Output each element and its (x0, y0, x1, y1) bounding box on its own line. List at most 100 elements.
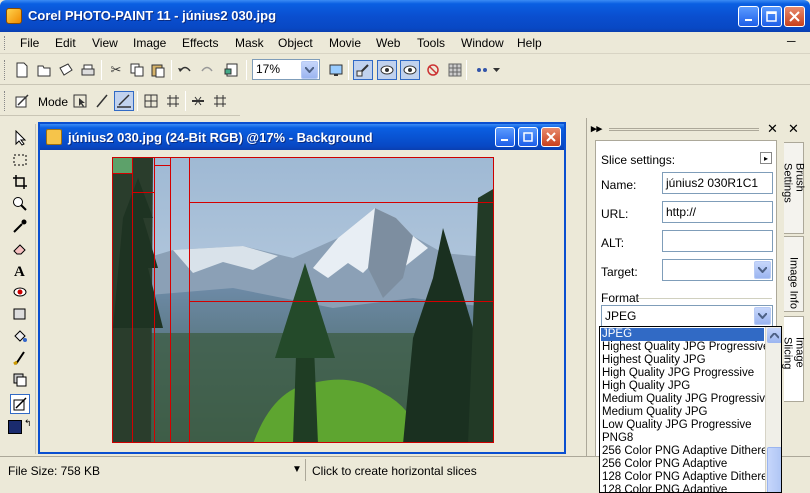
chevron-down-icon[interactable] (754, 261, 771, 279)
menubar-grip[interactable] (4, 36, 7, 50)
slice-line-v3[interactable] (170, 158, 171, 442)
slice-line-h3[interactable] (189, 202, 493, 203)
eraser-tool-icon[interactable] (10, 238, 30, 258)
docker-tabs-close-icon[interactable]: ✕ (788, 121, 799, 137)
menu-mask[interactable]: Mask (235, 36, 264, 50)
slice-line-h4[interactable] (189, 301, 493, 302)
scroll-up-icon[interactable] (767, 328, 781, 343)
grid-slice-icon[interactable] (163, 91, 183, 111)
format-option[interactable]: 128 Color PNG Adaptive (602, 484, 727, 492)
zoom-tool-icon[interactable] (10, 194, 30, 214)
mask-overlay-icon[interactable] (353, 60, 373, 80)
grid-icon[interactable] (445, 60, 465, 80)
full-screen-preview-icon[interactable] (326, 60, 346, 80)
menu-object[interactable]: Object (278, 36, 313, 50)
undo-icon[interactable] (175, 60, 195, 80)
doc-close-button[interactable] (541, 127, 561, 147)
format-option[interactable]: PNG8 (602, 432, 633, 445)
format-dropdown-list[interactable]: JPEG Highest Quality JPG Progressive Hig… (599, 326, 782, 493)
clip-mask-icon[interactable] (423, 60, 443, 80)
pick-slice-mode-icon[interactable] (70, 91, 90, 111)
format-list-scrollbar[interactable] (765, 327, 781, 492)
cut-icon[interactable]: ✂ (106, 60, 126, 80)
menu-image[interactable]: Image (133, 36, 166, 50)
format-option[interactable]: 256 Color PNG Adaptive (602, 458, 727, 471)
slice-alt-input[interactable] (662, 230, 773, 252)
docker-collapse-icon[interactable]: ▸▸ (591, 122, 602, 135)
document-canvas-area[interactable] (40, 150, 564, 452)
slice-line-v5[interactable] (493, 158, 494, 443)
format-option[interactable]: Highest Quality JPG (602, 354, 706, 367)
maximize-button[interactable] (761, 6, 782, 27)
format-option[interactable]: Medium Quality JPG Progressive (602, 393, 771, 406)
tab-image-slicing[interactable]: Image Slicing (782, 316, 806, 402)
property-bar-grip[interactable] (4, 91, 7, 111)
format-option[interactable]: Medium Quality JPG (602, 406, 707, 419)
rectangle-mask-tool-icon[interactable] (10, 150, 30, 170)
foreground-color-swatch[interactable] (8, 420, 22, 434)
menu-help[interactable]: Help (517, 36, 542, 50)
format-option[interactable]: High Quality JPG (602, 380, 690, 393)
print-icon[interactable] (78, 60, 98, 80)
doc-minimize-button[interactable] (495, 127, 515, 147)
close-button[interactable] (784, 6, 805, 27)
minimize-button[interactable] (738, 6, 759, 27)
redo-icon[interactable] (197, 60, 217, 80)
import-icon[interactable] (222, 60, 242, 80)
status-dropdown-icon[interactable]: ▼ (292, 464, 302, 475)
menu-web[interactable]: Web (376, 36, 400, 50)
format-option[interactable]: 128 Color PNG Adaptive Dithered (602, 471, 774, 484)
slice-line-v2[interactable] (154, 158, 155, 442)
menubar-minimize-icon[interactable]: ─ (787, 34, 796, 48)
paste-icon[interactable] (148, 60, 168, 80)
horizontal-slice-icon[interactable] (114, 91, 134, 111)
format-option[interactable]: High Quality JPG Progressive (602, 367, 754, 380)
menu-effects[interactable]: Effects (182, 36, 218, 50)
menu-view[interactable]: View (92, 36, 118, 50)
paint-tool-icon[interactable] (10, 348, 30, 368)
toolbar-grip[interactable] (4, 60, 7, 80)
red-eye-tool-icon[interactable] (10, 282, 30, 302)
launcher-dropdown-icon[interactable] (490, 60, 502, 80)
chevron-down-icon[interactable] (301, 61, 318, 79)
format-option[interactable]: Low Quality JPG Progressive (602, 419, 752, 432)
tab-image-info[interactable]: Image Info (784, 236, 804, 312)
open-icon[interactable] (34, 60, 54, 80)
launcher-icon[interactable] (472, 60, 492, 80)
vertical-slice-icon[interactable] (141, 91, 161, 111)
slice-url-input[interactable]: http:// (662, 201, 773, 223)
freehand-slice-icon[interactable] (92, 91, 112, 111)
menu-movie[interactable]: Movie (329, 36, 361, 50)
text-tool-icon[interactable]: A (10, 260, 30, 280)
fill-tool-icon[interactable] (10, 326, 30, 346)
slice-line-v1[interactable] (132, 158, 133, 442)
menu-edit[interactable]: Edit (55, 36, 76, 50)
delete-all-slices-icon[interactable] (210, 91, 230, 111)
doc-maximize-button[interactable] (518, 127, 538, 147)
show-mask-marquee-icon[interactable] (377, 60, 397, 80)
slice-line-h0[interactable] (113, 173, 133, 174)
menu-tools[interactable]: Tools (417, 36, 445, 50)
scroll-thumb[interactable] (767, 447, 781, 492)
format-option[interactable]: Highest Quality JPG Progressive (602, 341, 769, 354)
menu-window[interactable]: Window (461, 36, 504, 50)
eyedropper-tool-icon[interactable] (10, 216, 30, 236)
tab-brush-settings[interactable]: Brush Settings (782, 142, 806, 234)
menu-file[interactable]: File (20, 36, 39, 50)
rectangle-tool-icon[interactable] (10, 304, 30, 324)
delete-slice-icon[interactable] (188, 91, 208, 111)
slice-tool-icon[interactable] (12, 91, 32, 111)
corel-app-icon[interactable] (6, 8, 22, 24)
slice-line-h2[interactable] (155, 165, 170, 166)
slice-line-h1[interactable] (133, 192, 154, 193)
target-dropdown[interactable] (662, 259, 773, 281)
swap-colors-icon[interactable]: ↰ (24, 418, 32, 429)
chevron-down-icon[interactable] (754, 307, 771, 325)
docker-grip[interactable] (609, 128, 759, 131)
panel-options-icon[interactable]: ▸ (760, 152, 772, 164)
show-object-marquee-icon[interactable] (400, 60, 420, 80)
image-slicing-tool-icon[interactable] (10, 394, 30, 414)
new-icon[interactable] (12, 60, 32, 80)
docker-close-icon[interactable]: ✕ (767, 121, 778, 137)
photo-canvas[interactable] (112, 157, 494, 443)
